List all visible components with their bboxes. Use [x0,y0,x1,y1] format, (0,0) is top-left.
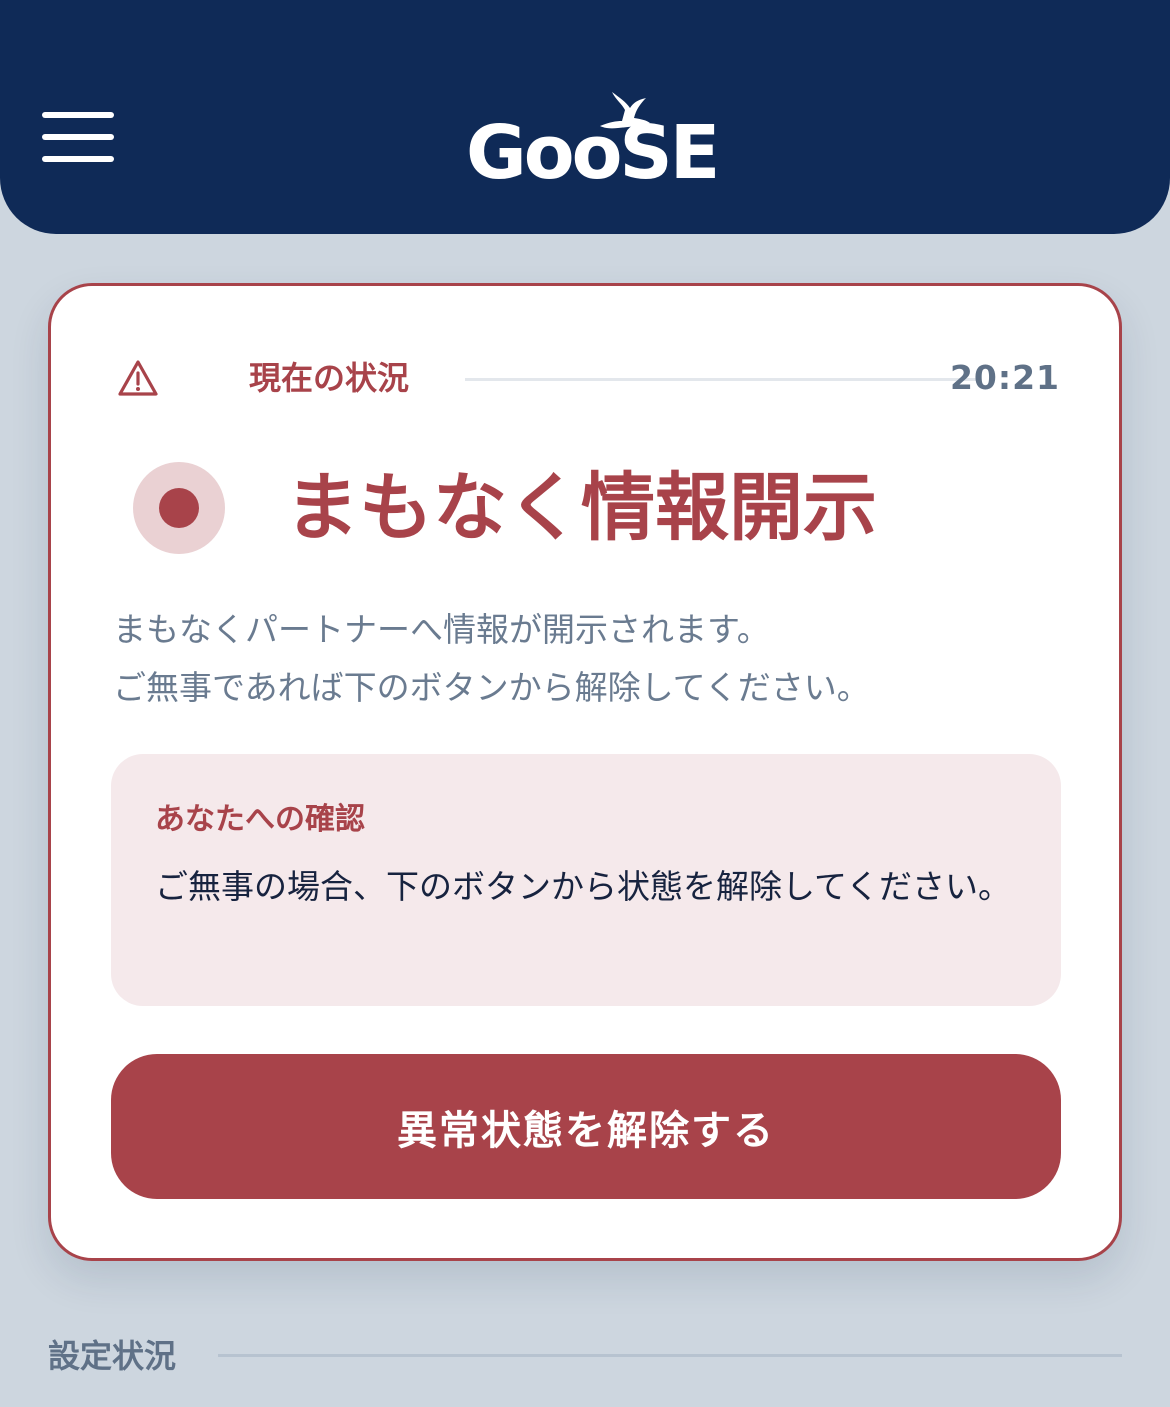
alert-dot-core [159,488,199,528]
status-card: 現在の状況 20:21 まもなく情報開示 まもなくパートナーへ情報が開示されます… [48,283,1122,1261]
alert-dot-icon [133,462,225,554]
app-header: GooSE [0,0,1170,234]
status-divider [465,378,977,381]
settings-section-header: 設定状況 [48,1332,1122,1380]
description-line-1: まもなくパートナーへ情報が開示されます。 [113,610,770,649]
menu-bar-top [42,112,114,118]
status-time: 20:21 [949,358,1060,397]
menu-bar-middle [42,134,114,140]
hamburger-menu-icon[interactable] [42,112,114,164]
logo-wordmark: GooSE [466,110,720,196]
description-line-2: ご無事であれば下のボタンから解除してください。 [113,668,870,707]
goose-logo: GooSE [466,88,720,192]
settings-divider [218,1354,1122,1357]
alert-description: まもなくパートナーへ情報が開示されます。 ご無事であれば下のボタンから解除してく… [113,601,1073,717]
settings-label: 設定状況 [48,1337,177,1375]
menu-bar-bottom [42,156,114,162]
confirmation-title: あなたへの確認 [155,802,365,837]
alert-title: まもなく情報開示 [285,465,877,551]
confirmation-body: ご無事の場合、下のボタンから状態を解除してください。 [155,867,1012,906]
current-status-label: 現在の状況 [249,359,410,397]
warning-triangle-icon [118,360,158,396]
confirmation-box: あなたへの確認 ご無事の場合、下のボタンから状態を解除してください。 [111,754,1061,1006]
status-header: 現在の状況 20:21 [115,356,1060,400]
release-alert-button[interactable]: 異常状態を解除する [111,1054,1061,1199]
